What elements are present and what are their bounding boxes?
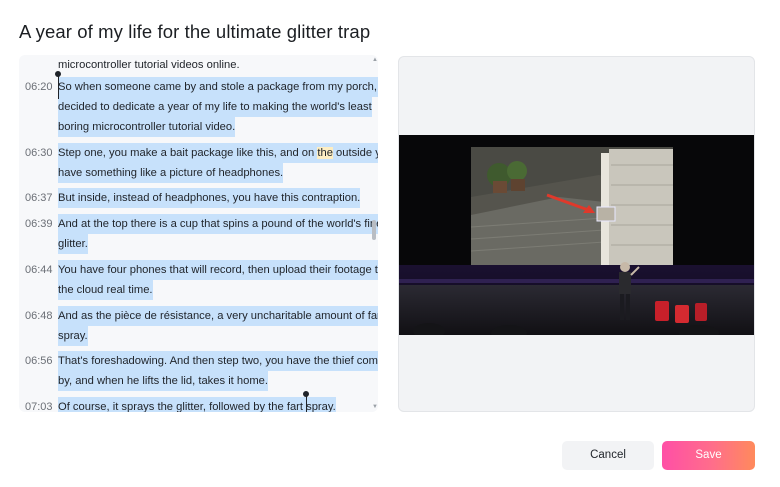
transcript-line[interactable]: glitter. (58, 234, 88, 254)
transcript-line[interactable]: Of course, it sprays the glitter, follow… (58, 397, 336, 412)
transcript-line[interactable]: spray. (58, 326, 88, 346)
save-button[interactable]: Save (662, 441, 755, 470)
video-player[interactable] (399, 135, 754, 335)
scrollbar-thumb[interactable] (372, 220, 376, 240)
video-frame-image (399, 135, 754, 335)
timestamp[interactable]: 06:37 (25, 192, 55, 204)
transcript-line[interactable]: And as the pièce de résistance, a very u… (58, 306, 378, 326)
transcript-line[interactable]: microcontroller tutorial videos online. (58, 55, 240, 75)
timestamp[interactable]: 06:48 (25, 310, 55, 322)
timestamp[interactable]: 07:03 (25, 401, 55, 412)
transcript-line[interactable]: You have four phones that will record, t… (58, 260, 378, 280)
timestamp[interactable]: 06:44 (25, 264, 55, 276)
scroll-up-arrow-icon[interactable]: ▲ (372, 57, 378, 63)
text-segment: Step one, you make a bait package like t… (58, 147, 318, 159)
transcript-line[interactable]: by, and when he lifts the lid, takes it … (58, 371, 268, 391)
video-preview-panel (398, 56, 755, 412)
selection-end-caret (306, 395, 307, 412)
cancel-button[interactable]: Cancel (562, 441, 654, 470)
search-match-highlight: the (317, 147, 333, 159)
transcript-line[interactable]: That's foreshadowing. And then step two,… (58, 351, 378, 371)
transcript-line[interactable]: the cloud real time. (58, 280, 153, 300)
transcript-line[interactable]: And at the top there is a cup that spins… (58, 214, 378, 234)
transcript-line[interactable]: have something like a picture of headpho… (58, 163, 284, 183)
dialog-title: A year of my life for the ultimate glitt… (19, 21, 371, 42)
selection-start-caret (58, 75, 59, 99)
scroll-down-arrow-icon[interactable]: ▼ (372, 404, 378, 410)
timestamp[interactable]: 06:56 (25, 355, 55, 367)
timestamp[interactable]: 06:20 (25, 81, 55, 93)
transcript-line[interactable]: Step one, you make a bait package like t… (58, 143, 378, 163)
transcript-panel[interactable]: microcontroller tutorial videos online. … (19, 55, 378, 412)
transcript-scrollbar[interactable]: ▲ ▼ (371, 55, 378, 412)
timestamp[interactable]: 06:30 (25, 147, 55, 159)
transcript-line[interactable]: But inside, instead of headphones, you h… (58, 188, 361, 208)
transcript-line[interactable]: So when someone came by and stole a pack… (58, 77, 378, 97)
transcript-line[interactable]: boring microcontroller tutorial video. (58, 117, 236, 137)
transcript-line[interactable]: decided to dedicate a year of my life to… (58, 97, 372, 117)
timestamp[interactable]: 06:39 (25, 218, 55, 230)
